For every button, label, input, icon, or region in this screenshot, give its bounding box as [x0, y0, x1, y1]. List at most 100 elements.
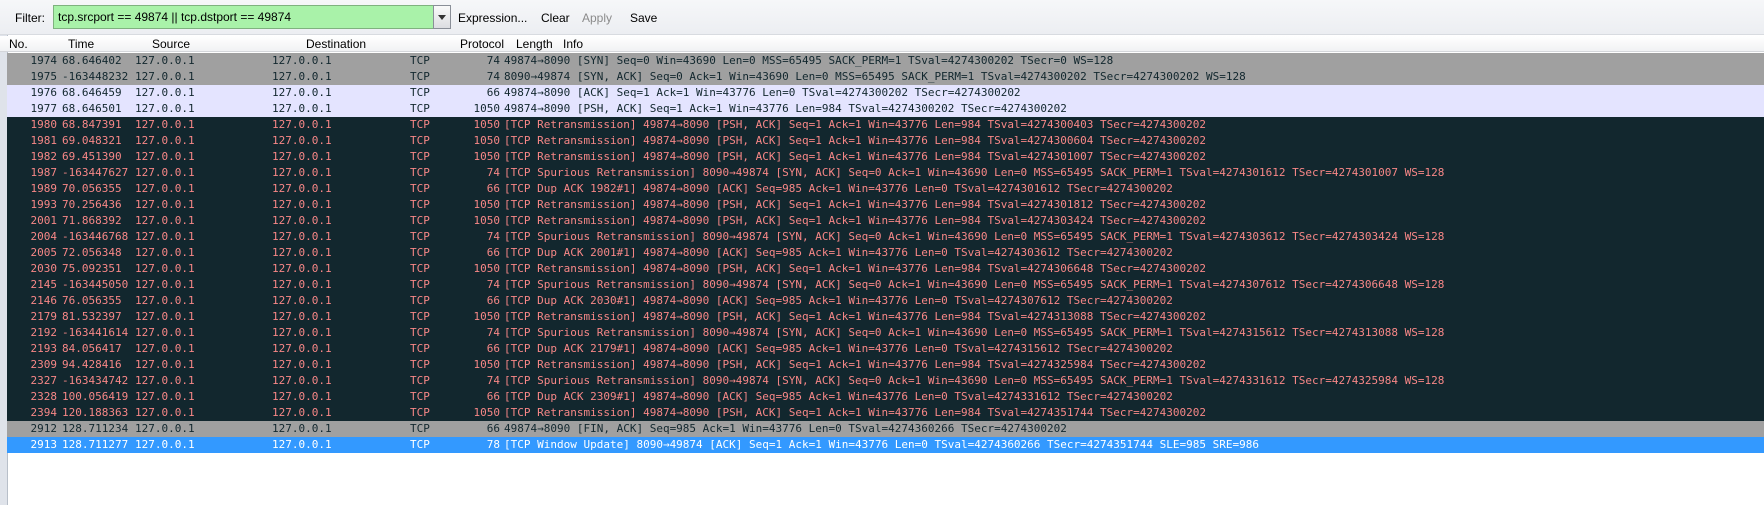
expression-button[interactable]: Expression... — [458, 11, 527, 25]
packet-source-cell: 127.0.0.1 — [135, 262, 195, 275]
packet-info-cell: [TCP Dup ACK 1982#1] 49874→8090 [ACK] Se… — [504, 182, 1173, 195]
packet-row[interactable]: 1993 70.256436 127.0.0.1 127.0.0.1 TCP 1050 [T… — [7, 197, 1764, 213]
filter-field[interactable] — [53, 5, 437, 29]
packet-destination-cell: 127.0.0.1 — [272, 214, 332, 227]
packet-info-cell: [TCP Dup ACK 2179#1] 49874→8090 [ACK] Se… — [504, 342, 1173, 355]
packet-row[interactable]: 1989 70.056355 127.0.0.1 127.0.0.1 TCP 66 [TCP… — [7, 181, 1764, 197]
packet-row[interactable]: 2004 -163446768 127.0.0.1 127.0.0.1 TCP 74 [TC… — [7, 229, 1764, 245]
packet-source-cell: 127.0.0.1 — [135, 182, 195, 195]
packet-row[interactable]: 2193 84.056417 127.0.0.1 127.0.0.1 TCP 66 [TCP… — [7, 341, 1764, 357]
packet-destination-cell: 127.0.0.1 — [272, 102, 332, 115]
filter-input[interactable] — [58, 6, 418, 28]
packet-row[interactable]: 2327 -163434742 127.0.0.1 127.0.0.1 TCP 74 [TC… — [7, 373, 1764, 389]
packet-row[interactable]: 1981 69.048321 127.0.0.1 127.0.0.1 TCP 1050 [T… — [7, 133, 1764, 149]
packet-source-cell: 127.0.0.1 — [135, 54, 195, 67]
packet-length-cell: 1050 — [473, 118, 501, 131]
packet-time-cell: 81.532397 — [62, 310, 122, 323]
packet-info-cell: [TCP Retransmission] 49874→8090 [PSH, AC… — [504, 310, 1206, 323]
packet-length-cell: 66 — [486, 182, 500, 195]
column-header-time[interactable]: Time — [68, 37, 94, 51]
packet-length-cell: 74 — [486, 70, 500, 83]
packet-number-cell: 1976 — [30, 86, 58, 99]
save-button[interactable]: Save — [630, 11, 657, 25]
packet-info-cell: [TCP Spurious Retransmission] 8090→49874… — [504, 166, 1445, 179]
column-header-no[interactable]: No. — [9, 37, 28, 51]
packet-number-cell: 1980 — [30, 118, 58, 131]
packet-source-cell: 127.0.0.1 — [135, 326, 195, 339]
packet-source-cell: 127.0.0.1 — [135, 294, 195, 307]
packet-row[interactable]: 2912 128.711234 127.0.0.1 127.0.0.1 TCP 66 498… — [7, 421, 1764, 437]
packet-time-cell: -163441614 — [62, 326, 129, 339]
packet-length-cell: 74 — [486, 166, 500, 179]
packet-source-cell: 127.0.0.1 — [135, 150, 195, 163]
packet-row[interactable]: 2192 -163441614 127.0.0.1 127.0.0.1 TCP 74 [TC… — [7, 325, 1764, 341]
packet-time-cell: 72.056348 — [62, 246, 122, 259]
packet-time-cell: 84.056417 — [62, 342, 122, 355]
packet-destination-cell: 127.0.0.1 — [272, 294, 332, 307]
packet-info-cell: [TCP Spurious Retransmission] 8090→49874… — [504, 278, 1445, 291]
packet-source-cell: 127.0.0.1 — [135, 246, 195, 259]
packet-row[interactable]: 1980 68.847391 127.0.0.1 127.0.0.1 TCP 1050 [T… — [7, 117, 1764, 133]
packet-number-cell: 2913 — [30, 438, 58, 451]
packet-protocol-cell: TCP — [410, 278, 430, 291]
packet-source-cell: 127.0.0.1 — [135, 70, 195, 83]
packet-row[interactable]: 1976 68.646459 127.0.0.1 127.0.0.1 TCP 66 4987… — [7, 85, 1764, 101]
packet-number-cell: 1975 — [30, 70, 58, 83]
packet-protocol-cell: TCP — [410, 54, 430, 67]
packet-info-cell: [TCP Spurious Retransmission] 8090→49874… — [504, 326, 1445, 339]
packet-time-cell: 71.868392 — [62, 214, 122, 227]
packet-protocol-cell: TCP — [410, 166, 430, 179]
packet-row[interactable]: 1987 -163447627 127.0.0.1 127.0.0.1 TCP 74 [TC… — [7, 165, 1764, 181]
packet-row[interactable]: 2146 76.056355 127.0.0.1 127.0.0.1 TCP 66 [TCP… — [7, 293, 1764, 309]
packet-length-cell: 66 — [486, 390, 500, 403]
packet-source-cell: 127.0.0.1 — [135, 102, 195, 115]
packet-row[interactable]: 2179 81.532397 127.0.0.1 127.0.0.1 TCP 1050 [T… — [7, 309, 1764, 325]
packet-length-cell: 78 — [486, 438, 500, 451]
packet-destination-cell: 127.0.0.1 — [272, 438, 332, 451]
packet-protocol-cell: TCP — [410, 118, 430, 131]
packet-destination-cell: 127.0.0.1 — [272, 406, 332, 419]
packet-length-cell: 1050 — [473, 358, 501, 371]
column-header-destination[interactable]: Destination — [306, 37, 366, 51]
packet-length-cell: 74 — [486, 230, 500, 243]
packet-info-cell: [TCP Spurious Retransmission] 8090→49874… — [504, 374, 1445, 387]
packet-row[interactable]: 2030 75.092351 127.0.0.1 127.0.0.1 TCP 1050 [T… — [7, 261, 1764, 277]
packet-row[interactable]: 2913 128.711277 127.0.0.1 127.0.0.1 TCP 78 [TC… — [7, 437, 1764, 453]
clear-button[interactable]: Clear — [541, 11, 570, 25]
packet-row[interactable]: 2145 -163445050 127.0.0.1 127.0.0.1 TCP 74 [TC… — [7, 277, 1764, 293]
packet-source-cell: 127.0.0.1 — [135, 166, 195, 179]
column-header-length[interactable]: Length — [516, 37, 553, 51]
packet-info-cell: 49874→8090 [SYN] Seq=0 Win=43690 Len=0 M… — [504, 54, 1114, 67]
packet-row[interactable]: 2001 71.868392 127.0.0.1 127.0.0.1 TCP 1050 [T… — [7, 213, 1764, 229]
column-header-source[interactable]: Source — [152, 37, 190, 51]
packet-time-cell: 68.646402 — [62, 54, 122, 67]
packet-row[interactable]: 1975 -163448232 127.0.0.1 127.0.0.1 TCP 74 809… — [7, 69, 1764, 85]
packet-row[interactable]: 1982 69.451390 127.0.0.1 127.0.0.1 TCP 1050 [T… — [7, 149, 1764, 165]
packet-time-cell: 68.646459 — [62, 86, 122, 99]
packet-protocol-cell: TCP — [410, 342, 430, 355]
packet-protocol-cell: TCP — [410, 262, 430, 275]
packet-row[interactable]: 2394 120.188363 127.0.0.1 127.0.0.1 TCP 1050[… — [7, 405, 1764, 421]
packet-info-cell: [TCP Retransmission] 49874→8090 [PSH, AC… — [504, 406, 1206, 419]
packet-number-cell: 2030 — [30, 262, 58, 275]
column-header-protocol[interactable]: Protocol — [460, 37, 504, 51]
column-header-info[interactable]: Info — [563, 37, 583, 51]
packet-source-cell: 127.0.0.1 — [135, 342, 195, 355]
packet-row[interactable]: 2328 100.056419 127.0.0.1 127.0.0.1 TCP 66 [TC… — [7, 389, 1764, 405]
packet-number-cell: 1987 — [30, 166, 58, 179]
packet-protocol-cell: TCP — [410, 406, 430, 419]
packet-source-cell: 127.0.0.1 — [135, 198, 195, 211]
packet-number-cell: 1989 — [30, 182, 58, 195]
packet-length-cell: 1050 — [473, 406, 501, 419]
packet-info-cell: [TCP Dup ACK 2030#1] 49874→8090 [ACK] Se… — [504, 294, 1173, 307]
packet-row[interactable]: 1974 68.646402 127.0.0.1 127.0.0.1 TCP 74 4987… — [7, 53, 1764, 69]
packet-row[interactable]: 2309 94.428416 127.0.0.1 127.0.0.1 TCP 1050 [T… — [7, 357, 1764, 373]
packet-row[interactable]: 1977 68.646501 127.0.0.1 127.0.0.1 TCP 1050 49… — [7, 101, 1764, 117]
apply-button[interactable]: Apply — [582, 11, 612, 25]
packet-number-cell: 1993 — [30, 198, 58, 211]
packet-row[interactable]: 2005 72.056348 127.0.0.1 127.0.0.1 TCP 66 [TCP… — [7, 245, 1764, 261]
packet-protocol-cell: TCP — [410, 230, 430, 243]
packet-length-cell: 74 — [486, 374, 500, 387]
filter-dropdown-button[interactable] — [433, 5, 451, 29]
packet-destination-cell: 127.0.0.1 — [272, 134, 332, 147]
